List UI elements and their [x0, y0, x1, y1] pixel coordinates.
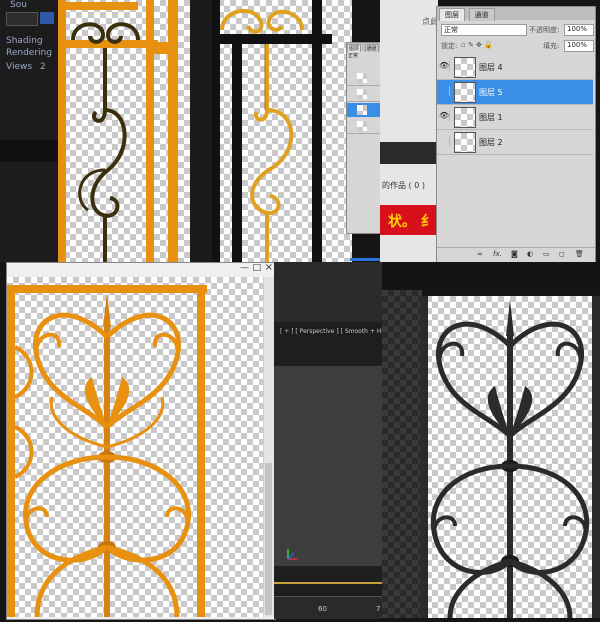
new-layer-icon[interactable]: ◻ — [559, 250, 565, 258]
eye-icon[interactable]: 👁 — [439, 61, 450, 71]
doc-title-bar: — □ × — [7, 262, 275, 278]
fill-input[interactable]: 100% — [564, 40, 594, 52]
viewport-3d: [ + ] [ Perspective ] [ Smooth + Highlig… — [274, 262, 411, 619]
maximize-button[interactable]: □ — [252, 263, 261, 273]
blue-line — [350, 258, 380, 261]
link-icon[interactable]: ∞ — [477, 250, 483, 258]
trash-icon[interactable]: 🗑 — [575, 250, 584, 258]
viewport-top-dark — [274, 262, 382, 322]
orange-gate-top-art — [58, 0, 178, 262]
layer-row-4[interactable]: 👁 图层 4 — [437, 55, 593, 80]
black-gold-gate-art — [212, 0, 332, 262]
ruler-tick-label-2: 7 — [376, 605, 381, 613]
viewport-area[interactable] — [274, 366, 382, 566]
fill-label: 填充: — [543, 42, 560, 50]
layer-list: 👁 图层 4 图层 5 👁 图层 1 图层 2 — [437, 55, 595, 155]
mini-layer-3[interactable] — [347, 103, 381, 117]
canvas-dark-iron-shadow — [382, 290, 422, 618]
lock-label: 锁定: — [441, 42, 458, 50]
layer-thumbnail — [454, 57, 476, 78]
eye-icon[interactable]: 👁 — [439, 111, 450, 121]
scrollbar-thumb[interactable] — [265, 463, 272, 615]
web-dark-bar — [380, 142, 438, 164]
sidebar-line-1: Sou — [10, 0, 27, 10]
mini-tab-channels[interactable]: 通道 — [364, 44, 379, 52]
mini-layer-1[interactable] — [347, 71, 381, 86]
mini-layer-4[interactable] — [347, 119, 381, 134]
document-window: — □ × — [6, 262, 276, 620]
web-strip: 点此 的作品 ( 0 ) 状。 纟 — [350, 0, 438, 262]
sidebar-line-3: Rendering — [6, 48, 52, 58]
orange-gate-large-art — [7, 285, 207, 618]
layer-thumbnail — [454, 107, 476, 128]
tab-channels[interactable]: 通道 — [468, 8, 495, 21]
layers-tab-bar: 图层 通道 — [437, 7, 595, 21]
layer-name: 图层 1 — [479, 113, 503, 122]
sidebar-line-4: Views — [6, 62, 33, 72]
viewport-highlight-line — [274, 582, 382, 584]
sidebar-divider — [0, 140, 58, 162]
mini-layer-2[interactable] — [347, 87, 381, 102]
layer-name: 图层 5 — [479, 88, 503, 97]
eye-icon-hidden[interactable] — [439, 86, 450, 96]
doc-scrollbar[interactable] — [263, 277, 274, 617]
layers-panel: 图层 通道 正常 不透明度: 100% 锁定: ▫ ✎ ✥ 🔒 填充: 100%… — [436, 6, 596, 264]
layer-thumbnail — [454, 132, 476, 153]
red-banner-text: 状。 纟 — [388, 214, 435, 230]
lock-icons[interactable]: ▫ ✎ ✥ 🔒 — [461, 41, 493, 49]
layer-row-1[interactable]: 👁 图层 1 — [437, 105, 593, 130]
eye-icon-hidden[interactable] — [439, 136, 450, 146]
timeline-ruler[interactable]: 60 7 — [274, 596, 382, 619]
red-banner: 状。 纟 — [380, 205, 438, 235]
ruler-tick-label: 60 — [318, 605, 327, 613]
opacity-input[interactable]: 100% — [564, 24, 594, 36]
left-sidebar: Sou Shading Rendering Views 2 — [0, 0, 58, 262]
blend-mode-select[interactable]: 正常 — [441, 24, 527, 36]
mask-icon[interactable]: ◙ — [511, 250, 518, 258]
mini-tab-layers[interactable]: 图层 — [347, 44, 362, 52]
axis-gizmo-icon — [284, 546, 298, 560]
canvas-dark-iron-gate — [420, 296, 600, 619]
canvas-orange-gate-top — [58, 0, 208, 262]
canvas-black-gold-gate — [212, 0, 352, 262]
close-button[interactable]: × — [265, 262, 273, 273]
layer-thumbnail — [454, 82, 476, 103]
sidebar-line-5: 2 — [40, 62, 46, 72]
adjustment-icon[interactable]: ◐ — [527, 250, 533, 258]
mini-blend-mode[interactable]: 正常 — [347, 51, 381, 60]
sidebar-line-2: Shading — [6, 36, 43, 46]
gap-dark-1 — [190, 0, 212, 262]
layer-name: 图层 4 — [479, 63, 503, 72]
layer-name: 图层 2 — [479, 138, 503, 147]
layer-row-2[interactable]: 图层 2 — [437, 130, 593, 155]
minimize-button[interactable]: — — [240, 263, 249, 273]
dark-iron-gate-art — [420, 296, 600, 619]
fx-icon[interactable]: fx. — [493, 250, 502, 258]
layer-row-5[interactable]: 图层 5 — [437, 80, 593, 105]
canvas-orange-gate-large — [7, 277, 263, 618]
right-bottom-dark-gap — [382, 262, 600, 290]
sidebar-button[interactable] — [40, 12, 54, 24]
opacity-label: 不透明度: — [529, 26, 560, 34]
sidebar-dropdown[interactable] — [6, 12, 38, 26]
tab-layers[interactable]: 图层 — [439, 8, 465, 21]
folder-icon[interactable]: ▭ — [543, 250, 550, 258]
work-count-text: 的作品 ( 0 ) — [382, 181, 425, 190]
layers-footer: ∞ fx. ◙ ◐ ▭ ◻ 🗑 — [437, 247, 595, 262]
mini-layers-panel: 图层 通道 正常 — [346, 42, 382, 234]
